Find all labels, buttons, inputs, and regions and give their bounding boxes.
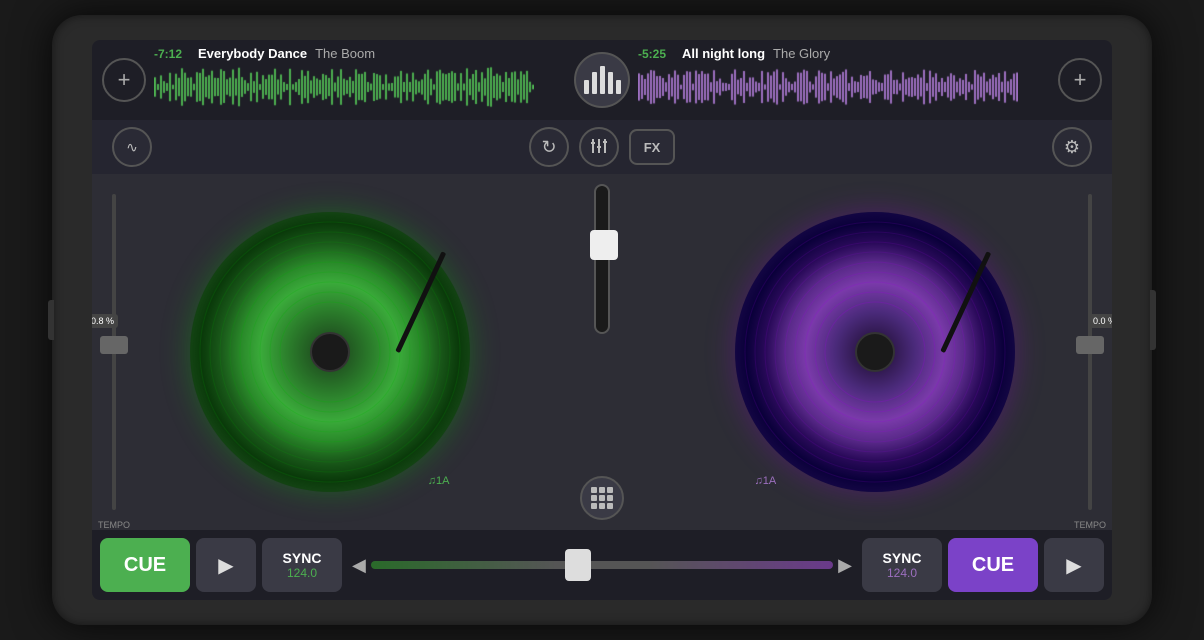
sync-left-button[interactable]: SYNC 124.0: [262, 538, 342, 592]
vinyl-center-right: [855, 332, 895, 372]
tablet-side-button: [48, 300, 54, 340]
crossfader-arrow-right: ▶: [838, 555, 852, 576]
deck-right-tempo-label: TEMPO: [1074, 520, 1106, 530]
sync-icon: ↻: [541, 137, 556, 158]
controls-center: ↻ FX: [529, 127, 675, 167]
sync-left-label: SYNC: [283, 550, 322, 566]
gc4: [591, 495, 597, 501]
key-label-right: ♫1A: [755, 475, 777, 487]
sync-left-bpm: 124.0: [287, 566, 317, 580]
add-track-left-button[interactable]: +: [102, 58, 146, 102]
crossfader-wrapper[interactable]: [371, 561, 833, 569]
gc7: [591, 503, 597, 509]
waveform-icon: ∿: [126, 139, 138, 156]
waveform-right-canvas: [638, 65, 1018, 109]
deck-right-info: -5:25 All night long The Glory: [638, 40, 1050, 120]
deck-right-title: All night long: [682, 46, 765, 61]
settings-button[interactable]: ⚙: [1052, 127, 1092, 167]
bottom-bar: CUE ▶ SYNC 124.0 ◀ ▶: [92, 530, 1112, 600]
tempo-track-left: -0.8 %: [112, 194, 116, 510]
deck-right-waveform[interactable]: [638, 65, 1050, 120]
gear-icon: ⚙: [1064, 137, 1080, 158]
bottom-left-controls: CUE ▶ SYNC 124.0: [100, 538, 342, 592]
cue-left-button[interactable]: CUE: [100, 538, 190, 592]
eq-button[interactable]: [579, 127, 619, 167]
cue-right-button[interactable]: CUE: [948, 538, 1038, 592]
gc5: [599, 495, 605, 501]
gc9: [607, 503, 613, 509]
deck-left-title: Everybody Dance: [198, 46, 307, 61]
play-left-icon: ▶: [218, 553, 233, 578]
gc3: [607, 487, 613, 493]
crossfader-arrow-left: ◀: [352, 555, 366, 576]
deck-right: ♫1A 0.0 % TEMPO: [637, 174, 1112, 530]
key-label-left: ♫1A: [428, 475, 450, 487]
sync-right-button[interactable]: SYNC 124.0: [862, 538, 942, 592]
gc2: [599, 487, 605, 493]
tablet: + -7:12 Everybody Dance The Boom: [52, 15, 1152, 625]
deck-left: -0.8 % TEMPO: [92, 174, 567, 530]
deck-right-artist: The Glory: [773, 46, 830, 61]
deck-left-artist: The Boom: [315, 46, 375, 61]
deck-left-waveform[interactable]: [154, 65, 566, 120]
gc8: [599, 503, 605, 509]
bar1: [584, 80, 589, 94]
bar4: [608, 72, 613, 94]
deck-left-tempo-label: TEMPO: [98, 520, 130, 530]
play-right-icon: ▶: [1066, 553, 1081, 578]
tempo-value-right: 0.0 %: [1089, 314, 1112, 328]
bpm-meter-button[interactable]: [574, 52, 630, 108]
crossfader-track: [371, 561, 833, 569]
waveform-button[interactable]: ∿: [112, 127, 152, 167]
deck-left-tempo-slider[interactable]: -0.8 % TEMPO: [104, 174, 124, 530]
vertical-fader[interactable]: [594, 184, 610, 334]
gc1: [591, 487, 597, 493]
crossfader-handle[interactable]: [565, 549, 591, 581]
deck-left-time: -7:12: [154, 47, 190, 61]
tablet-power-button: [1150, 290, 1156, 350]
deck-right-time: -5:25: [638, 47, 674, 61]
waveform-left-canvas: [154, 65, 534, 109]
play-left-button[interactable]: ▶: [196, 538, 256, 592]
tempo-value-left: -0.8 %: [92, 314, 118, 328]
vinyl-left[interactable]: ♫1A: [190, 212, 470, 492]
grid-icon: [591, 487, 613, 509]
grid-button[interactable]: [580, 476, 624, 520]
bars-icon: [584, 66, 621, 94]
crossfader-area: ◀ ▶: [342, 555, 862, 576]
bar3: [600, 66, 605, 94]
vinyl-right[interactable]: ♫1A: [735, 212, 1015, 492]
tempo-thumb-left[interactable]: [100, 336, 128, 354]
sync-right-label: SYNC: [883, 550, 922, 566]
sync-button[interactable]: ↻: [529, 127, 569, 167]
vertical-fader-thumb[interactable]: [590, 230, 618, 260]
vinyl-center-left: [310, 332, 350, 372]
bar2: [592, 72, 597, 94]
screen: + -7:12 Everybody Dance The Boom: [92, 40, 1112, 600]
deck-left-info: -7:12 Everybody Dance The Boom: [154, 40, 566, 120]
deck-right-tempo-slider[interactable]: 0.0 % TEMPO: [1080, 174, 1100, 530]
play-right-button[interactable]: ▶: [1044, 538, 1104, 592]
deck-left-meta: -7:12 Everybody Dance The Boom: [154, 46, 566, 61]
tempo-thumb-right[interactable]: [1076, 336, 1104, 354]
fx-button[interactable]: FX: [629, 129, 675, 165]
equalizer-svg: [590, 137, 608, 155]
center-column: [567, 174, 637, 530]
sync-right-bpm: 124.0: [887, 566, 917, 580]
controls-row: ∿ ↻: [92, 120, 1112, 174]
top-bar: + -7:12 Everybody Dance The Boom: [92, 40, 1112, 120]
bottom-right-controls: SYNC 124.0 CUE ▶: [862, 538, 1104, 592]
bar5: [616, 80, 621, 94]
gc6: [607, 495, 613, 501]
tempo-track-right: 0.0 %: [1088, 194, 1092, 510]
deck-right-meta: -5:25 All night long The Glory: [638, 46, 1050, 61]
add-track-right-button[interactable]: +: [1058, 58, 1102, 102]
controls-left: ∿: [112, 127, 152, 167]
decks-area: -0.8 % TEMPO: [92, 174, 1112, 530]
eq-icon: [590, 137, 608, 158]
